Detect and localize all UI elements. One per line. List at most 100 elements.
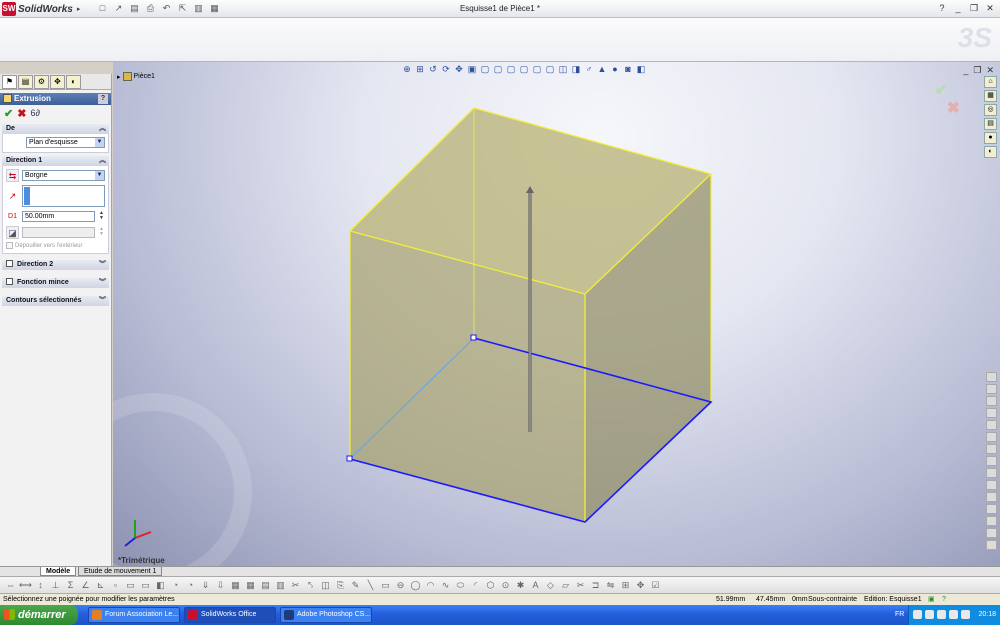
help-icon[interactable]: ? (936, 2, 948, 15)
relations-icon[interactable]: ⊾ (94, 579, 107, 591)
trim-icon[interactable]: ✂ (574, 579, 587, 591)
tray-network-icon[interactable] (913, 610, 922, 619)
pan-icon[interactable]: ✥ (453, 64, 465, 75)
taskbar-item-photoshop[interactable]: Adobe Photoshop CS... (280, 607, 372, 623)
dropdown-arrow-icon[interactable]: ▼ (95, 138, 104, 147)
direction-selection-box[interactable] (22, 185, 105, 207)
viewport-close-icon[interactable]: ✕ (986, 65, 994, 76)
design-library-icon[interactable]: ▦ (984, 90, 997, 102)
smart-dimension-icon[interactable]: ⇔ (4, 579, 17, 591)
toolbar-button[interactable] (986, 456, 997, 466)
line-icon[interactable]: ╲ (364, 579, 377, 591)
tab-motion-study[interactable]: Etude de mouvement 1 (78, 567, 163, 576)
toolbar-button[interactable] (986, 432, 997, 442)
sketch-icon[interactable]: ✎ (349, 579, 362, 591)
centerline-icon[interactable]: ✱ (514, 579, 527, 591)
tool-icon[interactable]: ▦ (244, 579, 257, 591)
apply-scene-icon[interactable]: ● (609, 64, 621, 75)
spline-icon[interactable]: ∿ (439, 579, 452, 591)
close-icon[interactable]: ✕ (984, 2, 996, 15)
group-thin-header[interactable]: Fonction mince ︾ (2, 278, 109, 288)
toolbar-button[interactable] (986, 516, 997, 526)
toolbar-button[interactable] (986, 420, 997, 430)
file-explorer-icon[interactable]: ◎ (984, 104, 997, 116)
tool-icon[interactable]: ▦ (229, 579, 242, 591)
view-palette-icon[interactable]: ▤ (984, 118, 997, 130)
linear-pattern-icon[interactable]: ⊞ (619, 579, 632, 591)
polygon-icon[interactable]: ⬡ (484, 579, 497, 591)
toolbar-button[interactable] (986, 408, 997, 418)
ordinate-icon[interactable]: ⊥ (49, 579, 62, 591)
tool-icon[interactable]: ▭ (124, 579, 137, 591)
view-front-icon[interactable]: ▢ (479, 64, 491, 75)
toolbar-button[interactable] (986, 444, 997, 454)
toolbar-button[interactable] (986, 480, 997, 490)
tool-icon[interactable]: ✂ (289, 579, 302, 591)
cancel-x-icon[interactable]: ✖ (17, 107, 26, 120)
language-indicator[interactable]: FR (895, 605, 904, 625)
tool-icon[interactable]: ⇩ (214, 579, 227, 591)
group-direction1-header[interactable]: Direction 1 ︽ (2, 156, 109, 166)
appearances-icon[interactable]: ● (984, 132, 997, 144)
tool-icon[interactable]: ▤ (259, 579, 272, 591)
tray-app-icon[interactable] (949, 610, 958, 619)
tool-icon[interactable]: ◫ (319, 579, 332, 591)
sketch-point-handle[interactable] (346, 455, 353, 462)
text-icon[interactable]: A (529, 579, 542, 591)
group-contours-header[interactable]: Contours sélectionnés ︾ (2, 296, 109, 306)
tool-icon[interactable]: ⇓ (199, 579, 212, 591)
view-left-icon[interactable]: ▢ (505, 64, 517, 75)
toolbar-button[interactable] (986, 528, 997, 538)
point-icon[interactable]: ⊙ (499, 579, 512, 591)
dropdown-arrow-icon[interactable]: ▼ (95, 171, 104, 180)
toolbar-button[interactable] (986, 492, 997, 502)
hide-show-icon[interactable]: ♂ (583, 64, 595, 75)
draft-icon[interactable]: ◪ (6, 226, 19, 239)
feature-tree-root[interactable]: ▸ Pièce1 (117, 72, 155, 81)
arc-icon[interactable]: ◠ (424, 579, 437, 591)
direction2-checkbox[interactable] (6, 260, 13, 267)
expand-arrow-icon[interactable]: ▸ (117, 73, 121, 81)
display-style-icon[interactable]: ◨ (570, 64, 582, 75)
view-right-icon[interactable]: ▢ (518, 64, 530, 75)
group-direction2-header[interactable]: Direction 2 ︾ (2, 260, 109, 270)
view-top-icon[interactable]: ▢ (531, 64, 543, 75)
end-condition-select[interactable]: Borgne ▼ (22, 170, 105, 181)
ellipse-icon[interactable]: ⬭ (454, 579, 467, 591)
horizontal-dimension-icon[interactable]: ⟷ (19, 579, 32, 591)
property-manager-tab-icon[interactable]: ▤ (18, 75, 33, 89)
taskbar-item-forum[interactable]: Forum Association Le... (88, 607, 180, 623)
tray-security-icon[interactable] (937, 610, 946, 619)
zoom-to-fit-icon[interactable]: ⊕ (401, 64, 413, 75)
depth-spinner-icon[interactable]: ▲ ▼ (98, 211, 105, 222)
tool-icon[interactable]: ◔ (184, 579, 197, 591)
sum-icon[interactable]: Σ (64, 579, 77, 591)
expand-chevron-icon[interactable]: ︾ (99, 296, 106, 306)
model-view[interactable] (113, 62, 1000, 566)
sketch-point-handle[interactable] (470, 334, 477, 341)
view-bottom-icon[interactable]: ▢ (544, 64, 556, 75)
rectangle-icon[interactable]: ▭ (379, 579, 392, 591)
shaded-view-icon[interactable]: ◙ (622, 64, 634, 75)
view-back-icon[interactable]: ▢ (492, 64, 504, 75)
display-manager-tab-icon[interactable]: ◐ (66, 75, 81, 89)
collapse-chevron-icon[interactable]: ︽ (99, 124, 106, 134)
configuration-manager-tab-icon[interactable]: ⚙ (34, 75, 49, 89)
dimxpert-tab-icon[interactable]: ✥ (50, 75, 65, 89)
ok-check-icon[interactable]: ✔ (4, 107, 13, 120)
collapse-chevron-icon[interactable]: ︽ (99, 156, 106, 166)
start-condition-select[interactable]: Plan d'esquisse ▼ (26, 137, 105, 148)
toolbar-button[interactable] (986, 384, 997, 394)
tool-icon[interactable]: ▭ (139, 579, 152, 591)
tool-icon[interactable]: ▥ (274, 579, 287, 591)
expand-chevron-icon[interactable]: ︾ (99, 260, 106, 270)
solidworks-resources-icon[interactable]: ⌂ (984, 76, 997, 88)
reverse-direction-icon[interactable]: ⇆ (6, 169, 19, 182)
rebuild-status-icon[interactable]: ▣ (928, 594, 935, 605)
help-status-icon[interactable]: ? (942, 594, 946, 605)
view-settings-icon[interactable]: ◧ (635, 64, 647, 75)
tool-icon[interactable]: ⤣ (304, 579, 317, 591)
display-relations-icon[interactable]: ▫ (109, 579, 122, 591)
view-iso-icon[interactable]: ◫ (557, 64, 569, 75)
viewport-restore-icon[interactable]: ❐ (973, 65, 981, 76)
